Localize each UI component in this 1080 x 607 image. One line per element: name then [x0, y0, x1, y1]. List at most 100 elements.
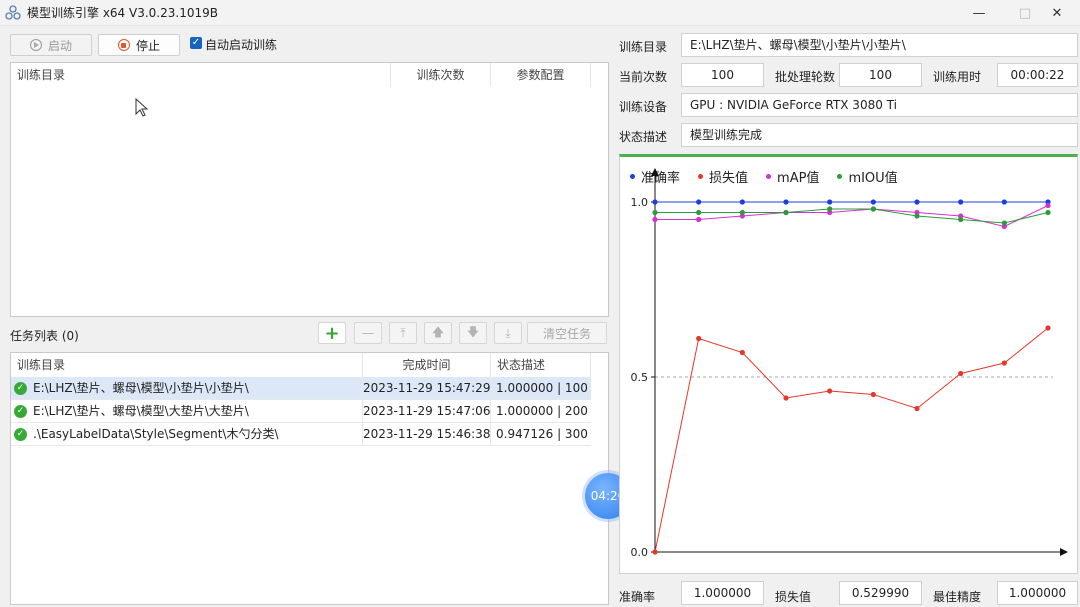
training-chart-panel: 准确率 损失值 mAP值 mIOU值 1.0 0.5 0.0 — [619, 154, 1078, 574]
accuracy-field[interactable]: 1.000000 — [681, 581, 764, 605]
status-label: 状态描述 — [619, 130, 668, 144]
data-point — [958, 216, 964, 223]
stop-button[interactable]: 停止 — [98, 34, 180, 56]
current-count-field[interactable]: 100 — [681, 63, 764, 87]
data-point — [1045, 209, 1051, 216]
move-up-button[interactable]: 🡅 — [424, 322, 452, 344]
data-point — [827, 206, 833, 212]
start-button[interactable]: 启动 — [10, 34, 92, 56]
y-axis-arrow — [651, 168, 659, 176]
data-point — [696, 199, 702, 205]
best-accuracy-label: 最佳精度 — [933, 590, 982, 604]
col-header-status[interactable]: 状态描述 — [491, 353, 591, 377]
move-bottom-button[interactable]: ⤓ — [494, 322, 522, 344]
data-point — [696, 209, 702, 216]
task-row[interactable]: ✓ E:\LHZ\垫片、螺母\模型\小垫片\小垫片\ 2023-11-29 15… — [11, 377, 591, 400]
data-point — [958, 370, 964, 377]
title-bar: 模型训练引擎 x64 V3.0.23.1019B — [0, 0, 1080, 26]
accuracy-label: 准确率 — [619, 590, 656, 604]
success-check-icon: ✓ — [14, 428, 27, 441]
data-point — [914, 405, 920, 412]
data-point — [739, 349, 745, 356]
mouse-cursor-icon — [135, 98, 149, 117]
data-point — [827, 388, 833, 394]
task-time: 2023-11-29 15:47:06 — [363, 400, 491, 423]
train-time-field[interactable]: 00:00:22 — [997, 63, 1078, 87]
device-field[interactable]: GPU : NVIDIA GeForce RTX 3080 Ti — [681, 93, 1078, 117]
app-logo-icon — [5, 4, 21, 20]
data-point — [1001, 199, 1007, 205]
data-point — [783, 199, 789, 205]
task-status: 0.947126 | 300 — [496, 427, 588, 441]
task-list-label: 任务列表 (0) — [10, 329, 79, 343]
data-point — [1045, 325, 1051, 331]
best-accuracy-field[interactable]: 1.000000 — [997, 581, 1078, 605]
data-point — [652, 216, 658, 223]
col-header-train-count[interactable]: 训练次数 — [391, 63, 491, 87]
data-point — [696, 216, 702, 223]
auto-start-label: 自动启动训练 — [205, 38, 278, 52]
task-list-table[interactable]: 训练目录 完成时间 状态描述 ✓ E:\LHZ\垫片、螺母\模型\小垫片\小垫片… — [10, 352, 609, 605]
add-task-button[interactable]: + — [318, 322, 346, 344]
start-label: 启动 — [47, 38, 72, 53]
data-point — [958, 199, 964, 205]
col-header-train-dir[interactable]: 训练目录 — [11, 63, 391, 87]
data-point — [739, 209, 745, 216]
task-dir: .\EasyLabelData\Style\Segment\木勺分类\ — [33, 423, 363, 446]
play-icon — [29, 39, 42, 51]
task-dir: E:\LHZ\垫片、螺母\模型\大垫片\大垫片\ — [33, 400, 363, 423]
col-header-task-dir[interactable]: 训练目录 — [11, 353, 363, 377]
y-tick-label: 0.0 — [631, 546, 649, 559]
data-point — [870, 206, 876, 212]
task-status: 1.000000 | 100 — [496, 381, 588, 395]
success-check-icon: ✓ — [14, 382, 27, 395]
batch-label: 批处理轮数 — [775, 70, 836, 84]
train-time-label: 训练用时 — [933, 70, 982, 84]
task-time: 2023-11-29 15:47:29 — [363, 377, 491, 400]
stop-icon — [117, 39, 130, 51]
loss-label: 损失值 — [775, 590, 812, 604]
window-title: 模型训练引擎 x64 V3.0.23.1019B — [27, 6, 218, 20]
task-dir: E:\LHZ\垫片、螺母\模型\小垫片\小垫片\ — [33, 377, 363, 400]
data-point — [827, 199, 833, 205]
train-dir-label: 训练目录 — [619, 40, 668, 54]
loss-field[interactable]: 0.529990 — [839, 581, 922, 605]
data-point — [870, 199, 876, 205]
task-row[interactable]: ✓ .\EasyLabelData\Style\Segment\木勺分类\ 20… — [11, 423, 591, 446]
data-point — [739, 199, 745, 205]
data-point — [870, 391, 876, 398]
series-line — [654, 327, 1049, 553]
move-top-button[interactable]: ⤒ — [389, 322, 417, 344]
task-row[interactable]: ✓ E:\LHZ\垫片、螺母\模型\大垫片\大垫片\ 2023-11-29 15… — [11, 400, 591, 423]
data-point — [783, 209, 789, 216]
data-point — [783, 395, 789, 401]
clear-tasks-button[interactable]: 清空任务 — [527, 322, 607, 344]
data-point — [914, 199, 920, 205]
data-point — [652, 549, 658, 555]
training-line-chart: 1.0 0.5 0.0 — [631, 168, 1068, 559]
data-point — [1001, 360, 1007, 366]
col-header-params[interactable]: 参数配置 — [491, 63, 591, 87]
data-point — [1001, 220, 1007, 226]
train-dir-field[interactable]: E:\LHZ\垫片、螺母\模型\小垫片\小垫片\ — [681, 33, 1078, 57]
col-header-finish-time[interactable]: 完成时间 — [363, 353, 491, 377]
close-button[interactable]: ✕ — [1034, 0, 1080, 26]
training-table[interactable]: 训练目录 训练次数 参数配置 — [10, 62, 609, 317]
data-point — [652, 209, 658, 216]
stop-label: 停止 — [135, 38, 160, 53]
minimize-button[interactable]: — — [956, 0, 1002, 26]
data-point — [696, 335, 702, 342]
data-point — [914, 213, 920, 219]
auto-start-checkbox[interactable]: ✓ — [190, 37, 202, 49]
y-tick-label: 0.5 — [631, 371, 649, 384]
current-count-label: 当前次数 — [619, 70, 668, 84]
data-point — [1045, 202, 1051, 209]
move-down-button[interactable]: 🡇 — [459, 322, 487, 344]
task-time: 2023-11-29 15:46:38 — [363, 423, 491, 446]
batch-field[interactable]: 100 — [839, 63, 922, 87]
y-tick-label: 1.0 — [631, 196, 649, 209]
status-field[interactable]: 模型训练完成 — [681, 123, 1078, 147]
device-label: 训练设备 — [619, 100, 668, 114]
remove-task-button[interactable]: — — [354, 322, 382, 344]
success-check-icon: ✓ — [14, 405, 27, 418]
